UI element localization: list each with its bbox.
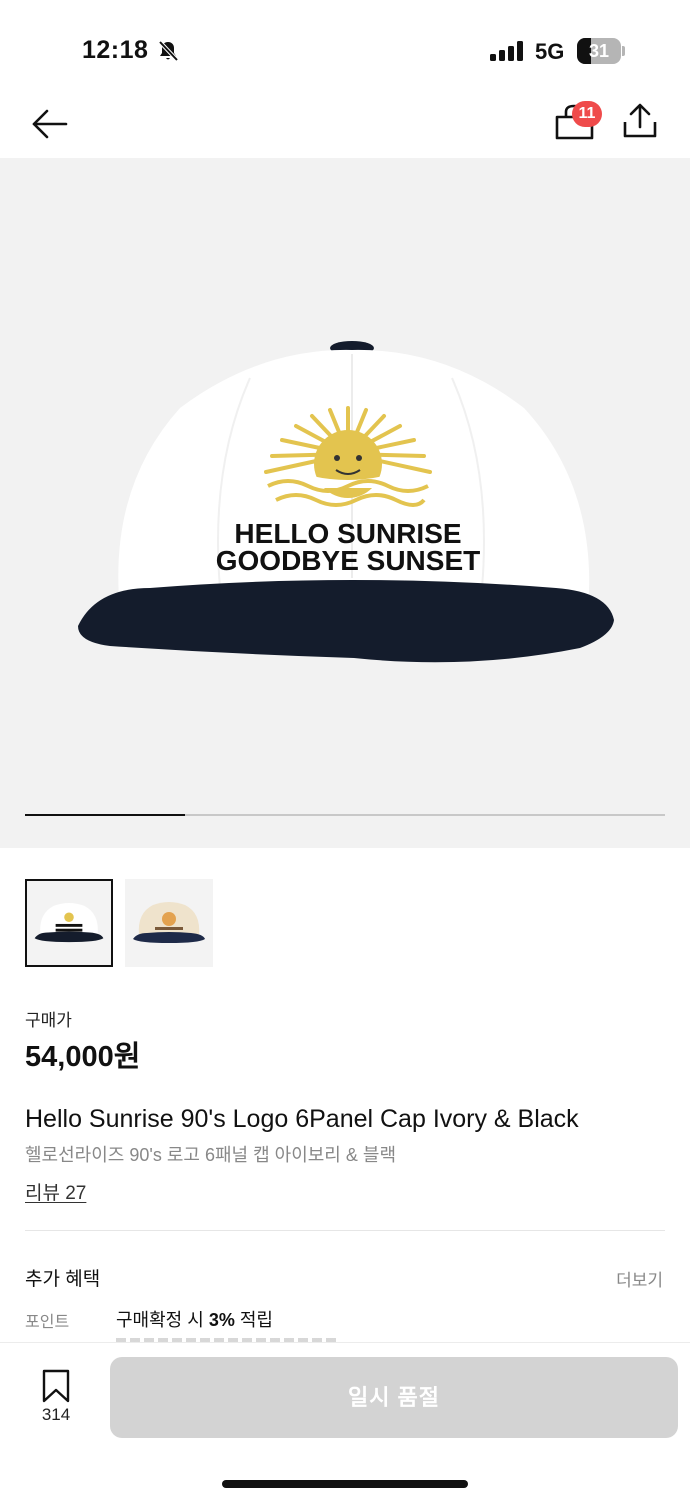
- product-image-gallery[interactable]: HELLO SUNRISE GOODBYE SUNSET: [0, 158, 690, 848]
- status-bar: 12:18 5G 31: [0, 0, 690, 100]
- battery-icon: 31: [577, 38, 625, 64]
- bottom-action-bar: 314 일시 품절: [0, 1342, 690, 1500]
- point-description: 구매확정 시 3% 적립: [116, 1306, 273, 1332]
- share-icon[interactable]: [620, 100, 660, 144]
- divider: [25, 1230, 665, 1231]
- thumbnail-2[interactable]: [125, 879, 213, 967]
- gallery-progress-track: [25, 814, 665, 816]
- thumbnail-1[interactable]: [25, 879, 113, 967]
- point-rate: 3%: [208, 1310, 235, 1330]
- status-time: 12:18: [82, 36, 149, 64]
- benefit-title: 추가 혜택: [25, 1269, 101, 1290]
- price-value: 54,000원: [25, 1041, 141, 1073]
- gallery-progress-fill: [25, 814, 185, 816]
- price-label: 구매가: [25, 1011, 72, 1030]
- bookmark-count: 314: [41, 1405, 71, 1424]
- more-link[interactable]: 더보기: [616, 1266, 663, 1291]
- product-image: HELLO SUNRISE GOODBYE SUNSET: [78, 341, 614, 663]
- battery-level: 31: [588, 41, 610, 61]
- product-name-en: Hello Sunrise 90's Logo 6Panel Cap Ivory…: [25, 1105, 579, 1133]
- bookmark-icon: [42, 1369, 70, 1403]
- home-indicator: [222, 1480, 468, 1488]
- thumbnail-1-image: [27, 881, 111, 965]
- thumbnail-2-image: [125, 879, 213, 967]
- point-label: 포인트: [25, 1314, 70, 1331]
- clipped-text: [116, 1334, 336, 1342]
- network-label: 5G: [535, 39, 565, 64]
- sold-out-button[interactable]: 일시 품절: [110, 1357, 678, 1438]
- cart-count-badge: 11: [572, 101, 602, 127]
- bell-slash-icon: [158, 40, 179, 62]
- back-arrow-icon[interactable]: [26, 102, 74, 146]
- signal-icon: [490, 41, 523, 61]
- point-desc-prefix: 구매확정 시: [116, 1310, 209, 1330]
- review-link[interactable]: 리뷰 27: [25, 1178, 86, 1205]
- bookmark-button[interactable]: 314: [30, 1367, 82, 1427]
- point-desc-suffix: 적립: [234, 1310, 273, 1330]
- product-name-ko: 헬로선라이즈 90's 로고 6패널 캡 아이보리 & 블랙: [25, 1145, 396, 1165]
- cap-text-line2: GOODBYE SUNSET: [216, 545, 480, 576]
